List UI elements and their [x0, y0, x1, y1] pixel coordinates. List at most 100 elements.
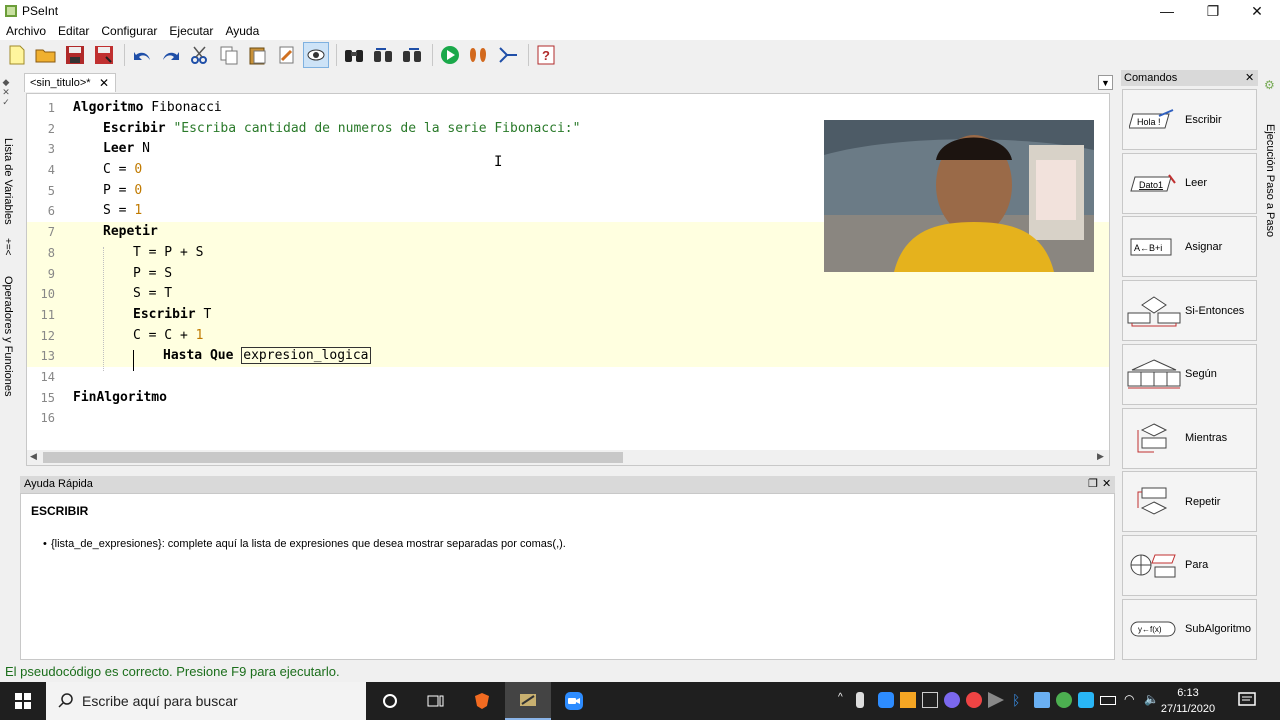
code-line[interactable]: 16 [27, 408, 1109, 429]
command-mientras-button[interactable]: Mientras [1122, 407, 1257, 469]
cut-icon[interactable] [187, 42, 213, 68]
search-icon [58, 693, 73, 708]
command-label: Mientras [1185, 432, 1228, 444]
close-panel-icon[interactable]: ✕ [1102, 476, 1111, 493]
battery-icon[interactable] [1100, 696, 1116, 705]
code-line[interactable]: 10 S = T [27, 284, 1109, 305]
pseint-taskbar-icon[interactable] [505, 682, 551, 720]
menu-configurar[interactable]: Configurar [95, 22, 163, 40]
menu-archivo[interactable]: Archivo [0, 22, 52, 40]
step-by-step-icon[interactable] [466, 42, 492, 68]
scrollbar-thumb[interactable] [43, 452, 623, 463]
tray-app3-icon[interactable] [1034, 692, 1050, 708]
command-seg-n-button[interactable]: Según [1122, 343, 1257, 405]
code-line[interactable]: 11 Escribir T [27, 304, 1109, 326]
command-escribir-button[interactable]: Hola ! Escribir [1122, 89, 1257, 150]
find-next-icon[interactable] [399, 42, 425, 68]
microphone-icon[interactable] [856, 692, 864, 708]
volume-icon[interactable]: 🔈 [1144, 692, 1160, 708]
menu-ejecutar[interactable]: Ejecutar [163, 22, 219, 40]
code-line[interactable]: 15 FinAlgoritmo [27, 388, 1109, 409]
tray-app5-icon[interactable] [1078, 692, 1094, 708]
toolbar: ? [0, 40, 1280, 70]
command-si-entonces-button[interactable]: Si-Entonces [1122, 280, 1257, 342]
task-view-icon[interactable] [413, 682, 459, 720]
tray-arrow-icon[interactable] [988, 692, 1004, 708]
cortana-icon[interactable] [367, 682, 413, 720]
zoom-tray-icon[interactable] [878, 692, 894, 708]
close-tab-icon[interactable]: ✕ [99, 74, 109, 93]
window-title: PSeInt [22, 4, 59, 18]
minimize-icon[interactable]: — [1144, 0, 1190, 22]
command-label: Repetir [1185, 495, 1221, 508]
chevron-down-icon[interactable]: ▼ [1098, 75, 1113, 90]
run-icon[interactable] [437, 42, 463, 68]
tab-step-by-step[interactable]: Ejecución Paso a Paso [1264, 124, 1276, 237]
code-line[interactable]: 1 Algoritmo Fibonacci [27, 98, 1109, 119]
quick-help-panel: ESCRIBIR • {lista_de_expresiones}: compl… [20, 493, 1115, 660]
windows-start-icon[interactable] [0, 682, 46, 720]
code-line[interactable]: 12 C = C + 1 [27, 325, 1109, 347]
scroll-right-icon[interactable]: ▶ [1097, 451, 1104, 462]
menu-editar[interactable]: Editar [52, 22, 95, 40]
redo-icon[interactable] [158, 42, 184, 68]
highlight-icon[interactable] [303, 42, 329, 68]
horizontal-scrollbar[interactable]: ◀ ▶ [27, 450, 1109, 465]
command-label: SubAlgoritmo [1185, 623, 1252, 636]
help-icon[interactable]: ? [533, 42, 559, 68]
maximize-panel-icon[interactable]: ❐ [1088, 476, 1098, 493]
save-as-icon[interactable] [91, 42, 117, 68]
show-hidden-icons-icon[interactable]: ^ [838, 692, 848, 708]
command-1-icon: Hola ! [1123, 100, 1185, 140]
menu-ayuda[interactable]: Ayuda [219, 22, 265, 40]
code-text: T = P + S [133, 243, 203, 264]
code-token: Escribir [133, 306, 196, 322]
step-tab-icon[interactable]: ⚙ [1264, 78, 1275, 92]
tray-app4-icon[interactable] [1056, 692, 1072, 708]
scroll-left-icon[interactable]: ◀ [30, 451, 37, 462]
command-subalgoritmo-button[interactable]: y←f(x) SubAlgoritmo [1122, 598, 1257, 660]
code-token: S = [103, 203, 135, 219]
editor-tab[interactable]: <sin_titulo>* ✕ [24, 73, 116, 92]
close-commands-icon[interactable]: ✕ [1245, 70, 1254, 86]
open-folder-icon[interactable] [33, 42, 59, 68]
placeholder-expression[interactable]: expresion_logica [241, 347, 371, 365]
edit-icon[interactable] [274, 42, 300, 68]
variables-tab-icon[interactable]: ◆✕✓ [2, 78, 12, 108]
paste-icon[interactable] [245, 42, 271, 68]
taskbar-search-box[interactable]: Escribe aquí para buscar [46, 682, 366, 720]
code-token: C = [103, 162, 135, 178]
tray-app2-icon[interactable] [944, 692, 960, 708]
code-line[interactable]: 13 Hasta Que expresion_logica [27, 346, 1109, 367]
operators-tab-icon[interactable]: +=< [2, 238, 13, 256]
code-line[interactable]: 14 [27, 367, 1109, 388]
chrome-icon[interactable] [966, 692, 982, 708]
command-para-button[interactable]: Para [1122, 534, 1257, 596]
save-icon[interactable] [62, 42, 88, 68]
bluetooth-icon[interactable]: ᛒ [1012, 692, 1028, 708]
tray-app-icon[interactable] [900, 692, 916, 708]
binoculars-icon[interactable] [341, 42, 367, 68]
code-text: Repetir [103, 222, 158, 243]
find-previous-icon[interactable] [370, 42, 396, 68]
flowchart-icon[interactable] [495, 42, 521, 68]
left-side-panel: ◆✕✓ Lista de Variables +=< Operadores y … [0, 72, 20, 662]
brave-browser-icon[interactable] [459, 682, 505, 720]
command-asignar-button[interactable]: A←B+i Asignar [1122, 216, 1257, 278]
notifications-icon[interactable] [1238, 692, 1256, 708]
code-token: "Escriba cantidad de numeros de la serie… [165, 120, 581, 136]
tab-variable-list[interactable]: Lista de Variables [2, 138, 14, 225]
new-file-icon[interactable] [4, 42, 30, 68]
wifi-icon[interactable]: ◠ [1124, 692, 1140, 708]
zoom-icon[interactable] [551, 682, 597, 720]
taskbar-clock[interactable]: 6:13 27/11/2020 [1160, 685, 1216, 717]
restore-icon[interactable]: ❐ [1190, 0, 1236, 22]
copy-icon[interactable] [216, 42, 242, 68]
close-icon[interactable]: ✕ [1234, 0, 1280, 22]
command-9-icon: y←f(x) [1123, 609, 1185, 649]
screen-capture-icon[interactable] [922, 692, 938, 708]
undo-icon[interactable] [129, 42, 155, 68]
command-leer-button[interactable]: Dato1 Leer [1122, 152, 1257, 214]
tab-operators-functions[interactable]: Operadores y Funciones [2, 276, 14, 396]
command-repetir-button[interactable]: Repetir [1122, 471, 1257, 533]
